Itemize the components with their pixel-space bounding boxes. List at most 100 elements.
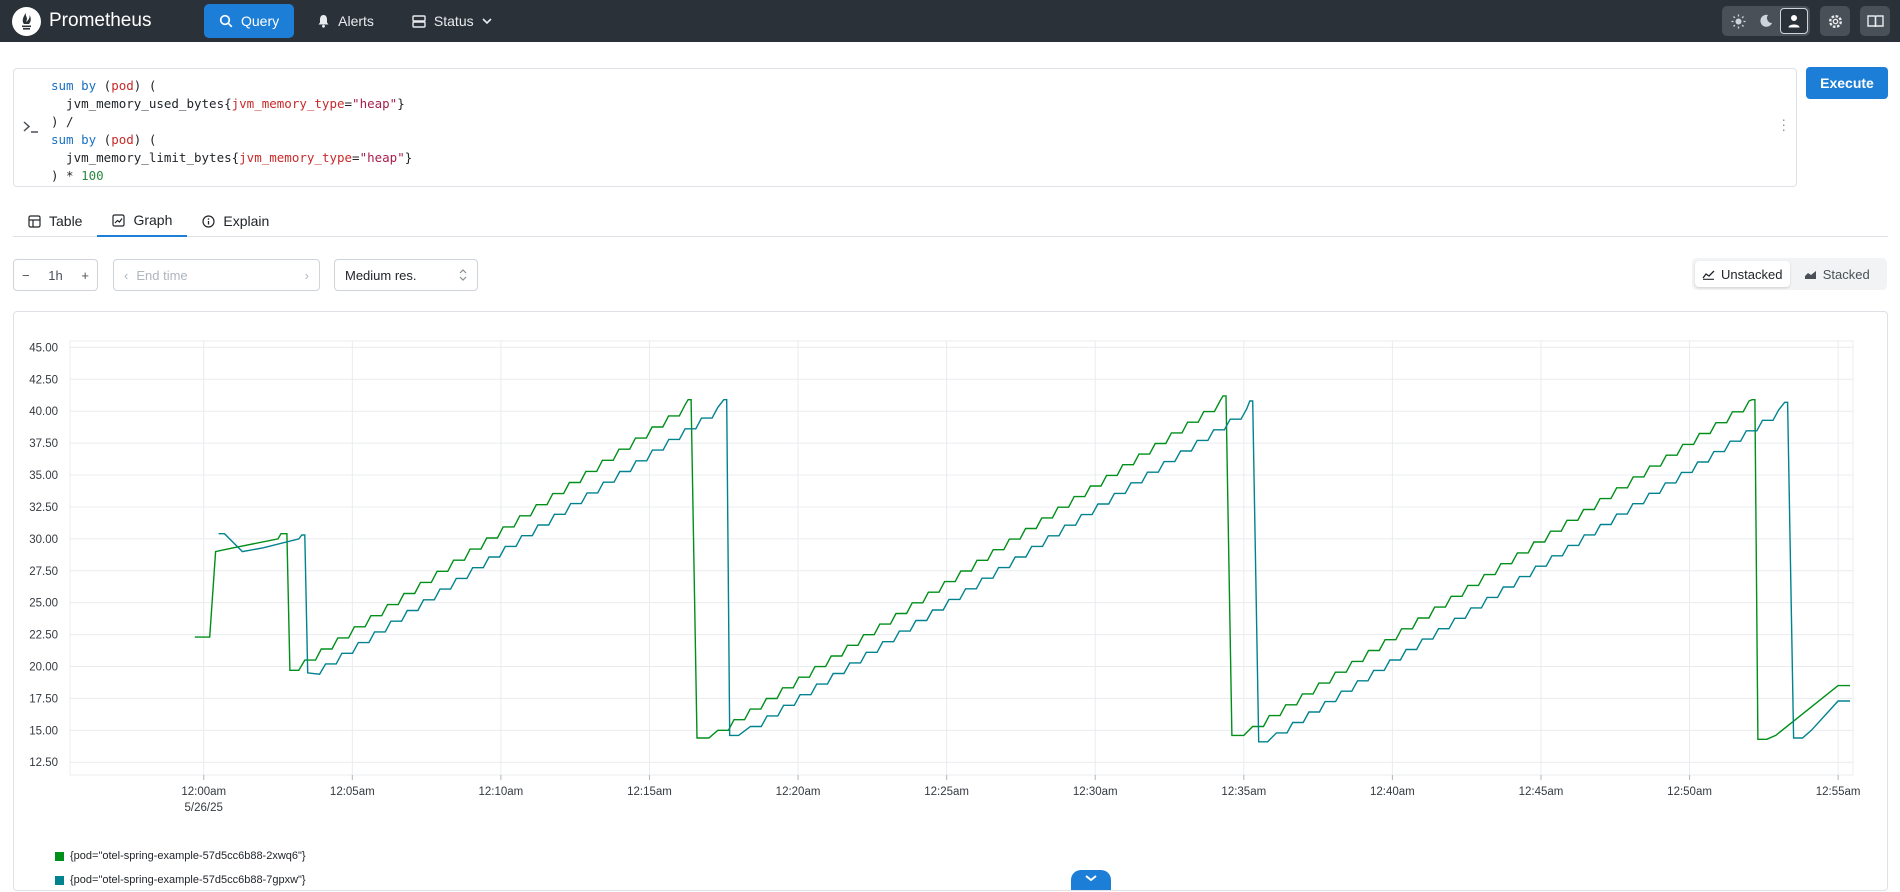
x-tick-label: 12:05am [330, 786, 375, 798]
tab-graph[interactable]: Graph [97, 205, 188, 237]
y-tick-label: 12.50 [29, 757, 58, 769]
nav-alerts[interactable]: Alerts [302, 4, 389, 38]
sun-icon [1731, 14, 1745, 28]
y-tick-label: 15.00 [29, 725, 58, 737]
table-icon [28, 214, 41, 228]
y-tick-label: 22.50 [29, 630, 58, 642]
chart-legend: {pod="otel-spring-example-57d5cc6b88-2xw… [55, 844, 306, 892]
end-time-input[interactable]: ‹ End time › [113, 259, 320, 291]
y-tick-label: 27.50 [29, 566, 58, 578]
top-navbar: Prometheus Query Alerts Status [0, 0, 1900, 42]
editor-menu-icon[interactable]: · · · [1781, 112, 1786, 136]
y-tick-label: 30.00 [29, 534, 58, 546]
code-line-6: ) * 100 [51, 168, 104, 183]
nav-alerts-label: Alerts [338, 13, 374, 29]
line-chart-icon [1702, 270, 1715, 280]
end-time-placeholder: End time [136, 267, 188, 283]
series-line-1 [194, 395, 1850, 740]
code-line-3: ) / [51, 114, 74, 129]
chevron-down-icon [1085, 875, 1097, 882]
result-tabs: Table Graph Explain [13, 205, 1888, 237]
chevron-down-icon [482, 18, 492, 25]
y-tick-label: 42.50 [29, 374, 58, 386]
plus-icon[interactable]: + [81, 268, 89, 283]
tab-graph-label: Graph [133, 212, 173, 228]
legend-item-2[interactable]: {pod="otel-spring-example-57d5cc6b88-7gp… [55, 868, 306, 892]
timeseries-chart[interactable]: 45.00 42.50 40.00 37.50 35.00 32.50 30.00 27.50… [14, 312, 1889, 892]
brand[interactable]: Prometheus [12, 6, 204, 36]
terminal-prompt-icon [23, 121, 38, 133]
y-tick-label: 40.00 [29, 406, 58, 418]
code-line-1: sum by (pod) ( [51, 78, 157, 93]
graph-icon [112, 213, 126, 227]
tab-explain-label: Explain [223, 213, 270, 229]
nav-query[interactable]: Query [204, 4, 295, 38]
y-tick-label: 17.50 [29, 693, 58, 705]
legend-swatch-1 [55, 851, 64, 861]
dark-theme-button[interactable] [1752, 8, 1780, 34]
tab-table[interactable]: Table [13, 205, 97, 237]
x-tick-label: 12:50am [1667, 786, 1712, 798]
settings-button[interactable] [1820, 6, 1850, 36]
graph-panel: 45.00 42.50 40.00 37.50 35.00 32.50 30.00 27.50… [13, 311, 1888, 891]
x-tick-label: 12:10am [479, 786, 524, 798]
prometheus-logo-icon [12, 6, 41, 36]
expression-editor[interactable]: sum by (pod) ( jvm_memory_used_bytes{jvm… [13, 68, 1797, 187]
x-tick-label: 12:35am [1221, 786, 1266, 798]
theme-switcher [1722, 6, 1810, 36]
tab-table-label: Table [49, 213, 83, 229]
legend-label-1: {pod="otel-spring-example-57d5cc6b88-2xw… [70, 850, 306, 862]
resolution-select[interactable]: Medium res. [334, 259, 478, 291]
scroll-down-button[interactable] [1071, 870, 1111, 890]
y-tick-label: 45.00 [29, 342, 58, 354]
server-icon [412, 14, 426, 28]
code-line-4: sum by (pod) ( [51, 132, 157, 147]
chevron-updown-icon [459, 269, 467, 281]
y-tick-label: 32.50 [29, 502, 58, 514]
range-value[interactable]: 1h [48, 268, 62, 283]
x-tick-label: 12:25am [924, 786, 969, 798]
gear-icon [1828, 14, 1842, 28]
y-tick-label: 35.00 [29, 470, 58, 482]
nav-query-label: Query [241, 13, 280, 29]
docs-button[interactable] [1860, 6, 1890, 36]
code-line-5: jvm_memory_limit_bytes{jvm_memory_type="… [51, 150, 413, 165]
tab-explain[interactable]: Explain [187, 205, 284, 237]
chevron-left-icon[interactable]: ‹ [124, 268, 128, 283]
code-line-2: jvm_memory_used_bytes{jvm_memory_type="h… [51, 96, 405, 111]
stacked-label: Stacked [1822, 266, 1870, 282]
x-date-label: 5/26/25 [185, 802, 223, 814]
execute-button[interactable]: Execute [1806, 67, 1888, 99]
x-tick-label: 12:20am [776, 786, 821, 798]
user-icon [1788, 15, 1800, 28]
area-chart-icon [1804, 270, 1816, 279]
bell-icon [318, 15, 329, 28]
plot-area [69, 340, 1854, 776]
stacked-button[interactable]: Stacked [1790, 261, 1885, 287]
legend-item-1[interactable]: {pod="otel-spring-example-57d5cc6b88-2xw… [55, 844, 306, 868]
info-circle-icon [202, 214, 215, 228]
auto-theme-button[interactable] [1780, 8, 1808, 34]
resolution-value: Medium res. [345, 267, 417, 283]
x-tick-label: 12:00am [181, 786, 226, 798]
light-theme-button[interactable] [1724, 8, 1752, 34]
app-title: Prometheus [49, 10, 152, 31]
nav-status[interactable]: Status [397, 4, 507, 38]
stack-mode-switch: Unstacked Stacked [1692, 258, 1887, 290]
x-tick-label: 12:40am [1370, 786, 1415, 798]
book-icon [1866, 15, 1884, 28]
unstacked-button[interactable]: Unstacked [1695, 261, 1790, 287]
range-input: − 1h + [13, 259, 98, 291]
legend-swatch-2 [55, 875, 64, 885]
chevron-right-icon[interactable]: › [305, 268, 309, 283]
minus-icon[interactable]: − [22, 268, 30, 283]
nav-status-label: Status [433, 13, 474, 29]
search-icon [219, 14, 233, 28]
expression-code[interactable]: sum by (pod) ( jvm_memory_used_bytes{jvm… [51, 77, 412, 185]
legend-label-2: {pod="otel-spring-example-57d5cc6b88-7gp… [70, 874, 306, 886]
x-tick-label: 12:45am [1519, 786, 1564, 798]
y-tick-label: 37.50 [29, 438, 58, 450]
x-tick-label: 12:15am [627, 786, 672, 798]
x-tick-label: 12:55am [1816, 786, 1861, 798]
moon-icon [1760, 14, 1772, 27]
